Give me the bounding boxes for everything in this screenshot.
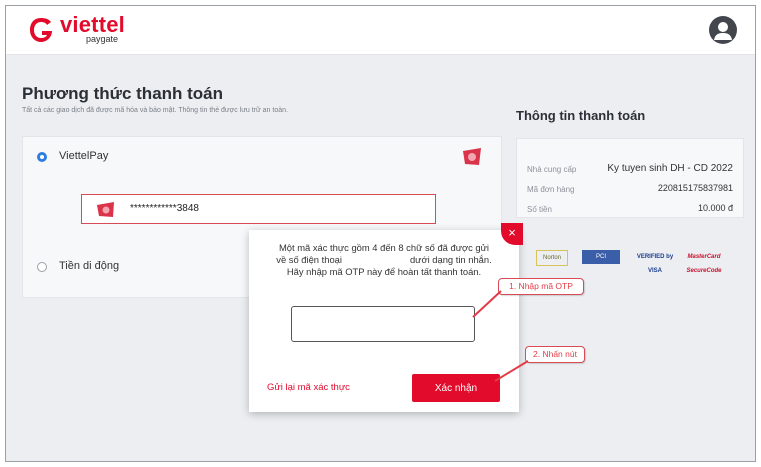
instruction-line-2b: dưới dạng tin nhắn. [409,254,492,265]
resend-code-link[interactable]: Gửi lại mã xác thực [267,382,350,393]
instruction-line-3: Hãy nhập mã OTP này để hoàn tất thanh to… [286,266,482,277]
summary-row-provider: Nhà cung cấp Ky tuyen sinh DH - CD 2022 [527,163,733,179]
callout-enter-otp: 1. Nhập mã OTP [498,278,584,295]
instruction-line-1: Một mã xác thực gồm 4 đến 8 chữ số đã đư… [279,242,489,253]
summary-value: 10.000 đ [697,203,733,213]
viettel-logo-icon [30,18,52,42]
summary-title: Thông tin thanh toán [516,108,646,123]
summary-label: Số tiền [527,205,552,214]
instruction-line-2a: về số điện thoại [276,254,342,265]
radio-viettelpay[interactable] [37,152,47,162]
otp-input[interactable] [291,306,475,342]
viettel-paygate-logo[interactable]: viettel paygate [28,12,138,46]
summary-row-order-id: Mã đơn hàng 220815175837981 [527,183,733,199]
otp-modal: × Một mã xác thực gồm 4 đến 8 chữ số đã … [249,223,523,412]
instruction-line-2: về số điện thoại dưới dạng tin nhắn. [259,254,509,266]
brand-sub: paygate [86,34,119,44]
mastercard-securecode-badge: MasterCard SecureCode [686,254,722,274]
method-viettelpay[interactable]: ViettelPay [23,137,501,177]
summary-label: Nhà cung cấp [527,165,577,174]
radio-mobile-money[interactable] [37,262,47,272]
top-bar: viettel paygate [6,6,755,55]
summary-value: 220815175837981 [657,183,733,193]
otp-instructions: Một mã xác thực gồm 4 đến 8 chữ số đã đư… [259,242,509,278]
masked-card-number: ************3848 [130,203,199,214]
norton-badge: Norton [536,250,568,266]
pci-badge: PCI [582,250,620,264]
summary-value: Ky tuyen sinh DH - CD 2022 [607,163,733,174]
payment-summary-panel: Nhà cung cấp Ky tuyen sinh DH - CD 2022 … [516,138,744,218]
method-label: ViettelPay [59,150,109,162]
page-subtitle: Tất cả các giao dịch đã được mã hóa và b… [22,107,288,114]
person-icon [714,22,732,40]
confirm-button[interactable]: Xác nhận [412,374,500,402]
summary-label: Mã đơn hàng [527,185,575,194]
summary-row-amount: Số tiền 10.000 đ [527,203,733,219]
security-badges: Norton PCI VERIFIED by VISA MasterCard S… [536,250,736,274]
callout-press-button: 2. Nhấn nút [525,346,585,363]
user-avatar-icon[interactable] [709,16,737,44]
browser-frame: viettel paygate Phương thức thanh toán T… [5,5,756,462]
viettelpay-card-icon [97,202,114,217]
linked-card-field[interactable]: ************3848 [81,194,436,224]
method-label: Tiền di động [59,260,120,272]
page-title: Phương thức thanh toán [22,84,224,103]
verified-by-visa-badge: VERIFIED by VISA [636,254,674,274]
viettelpay-wallet-icon [463,148,481,165]
